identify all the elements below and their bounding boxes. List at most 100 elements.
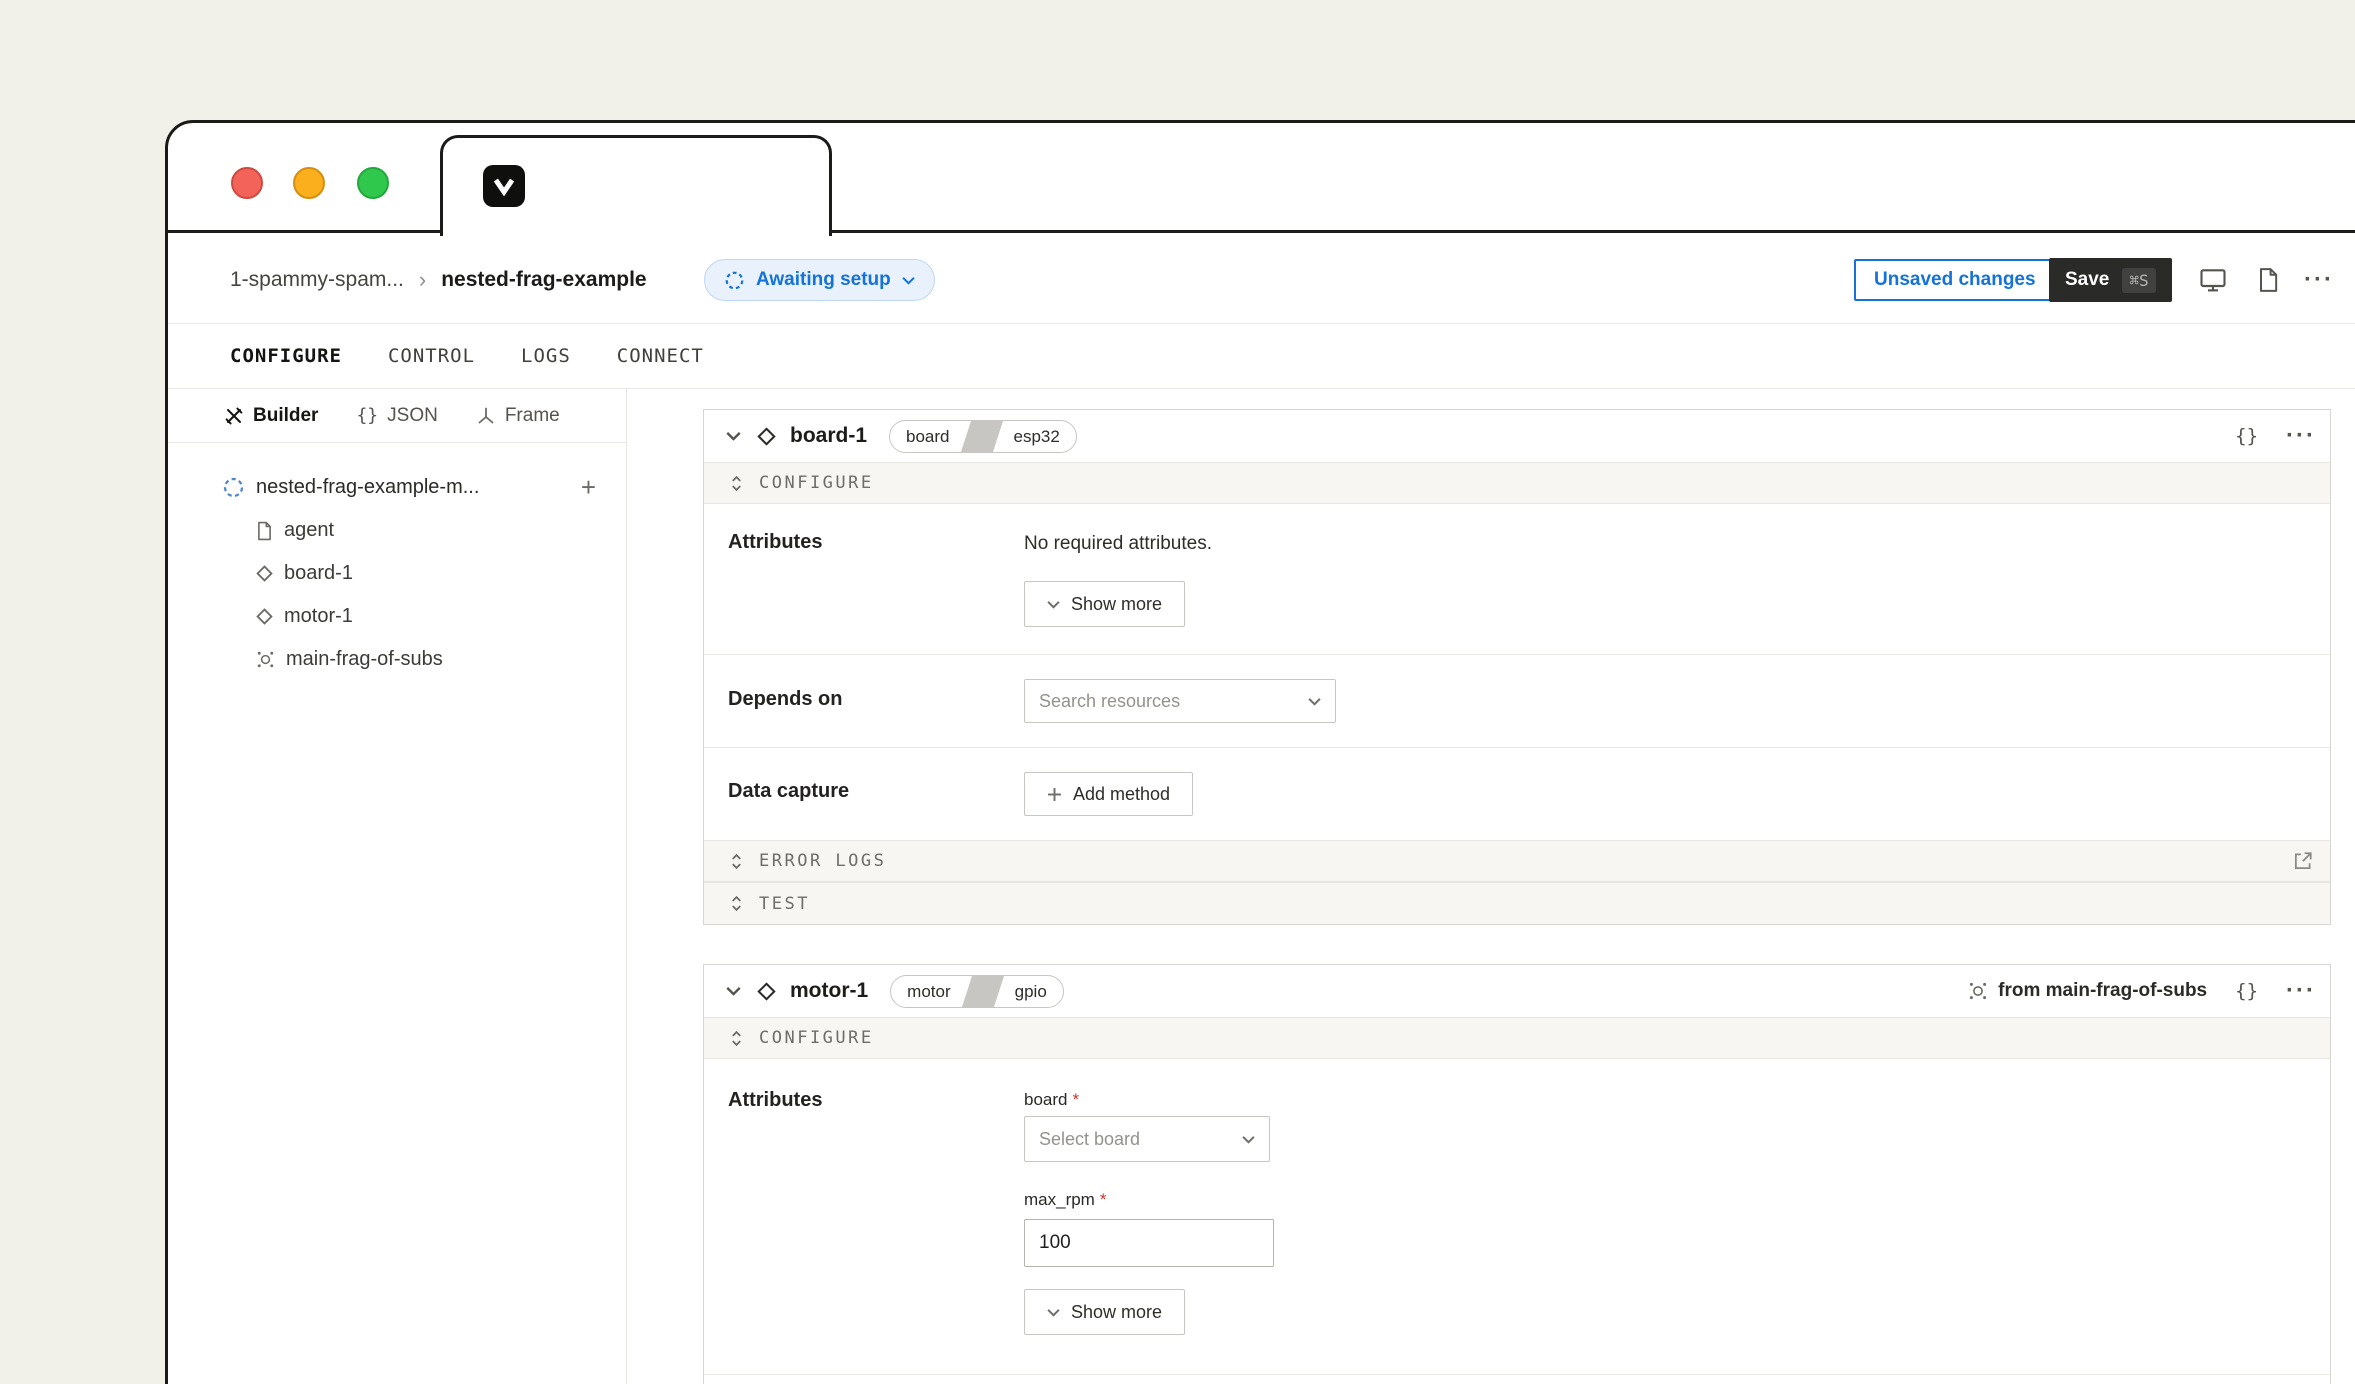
component-diamond-icon [757,982,776,1001]
mode-json[interactable]: {} JSON [356,405,437,427]
save-label: Save [2065,269,2109,291]
required-asterisk: * [1100,1190,1107,1209]
tree-item-label: agent [284,519,334,542]
tab-connect[interactable]: CONNECT [617,345,704,367]
max-rpm-input[interactable] [1024,1219,1274,1267]
mode-builder[interactable]: Builder [224,405,318,427]
machine-status-badge[interactable]: Awaiting setup [704,259,935,301]
breadcrumb-parent[interactable]: 1-spammy-spam... [230,268,404,292]
component-diamond-icon [256,565,273,582]
board-select[interactable]: Select board [1024,1116,1270,1162]
max-rpm-field-name: max_rpm [1024,1190,1095,1209]
mode-json-label: JSON [387,405,438,427]
data-capture-label: Data capture [728,780,849,803]
chevron-down-icon [1308,697,1321,706]
card-motor-header: motor-1 motor gpio [704,965,2330,1017]
add-method-label: Add method [1073,784,1170,805]
tab-logs[interactable]: LOGS [521,345,571,367]
add-method-button[interactable]: Add method [1024,772,1193,816]
resource-tree: nested-frag-example-m... + agent [168,443,626,681]
type-model-badge: board esp32 [889,420,1077,453]
section-test[interactable]: TEST [704,882,2330,924]
no-required-attributes-text: No required attributes. [1024,533,1212,555]
configure-main-panel: board-1 board esp32 {} ··· [627,389,2355,1384]
section-configure[interactable]: CONFIGURE [704,1017,2330,1059]
tab-control[interactable]: CONTROL [388,345,475,367]
tree-item-board-1[interactable]: board-1 [168,552,626,595]
chevron-down-icon [1047,600,1060,609]
card-more-menu[interactable]: ··· [2286,424,2316,448]
breadcrumb: 1-spammy-spam... › nested-frag-example [230,236,647,323]
section-configure[interactable]: CONFIGURE [704,462,2330,504]
card-motor-1: motor-1 motor gpio [703,964,2331,1384]
show-more-button[interactable]: Show more [1024,581,1185,627]
machine-log-file-icon[interactable] [2254,266,2282,294]
depends-on-select[interactable]: Search resources [1024,679,1336,723]
depends-on-label: Depends on [728,688,842,711]
tree-item-label: board-1 [284,562,353,585]
mode-frame-label: Frame [505,405,560,427]
from-fragment-label: from main-frag-of-subs [1998,980,2207,1002]
component-diamond-icon [256,608,273,625]
show-more-label: Show more [1071,594,1162,615]
data-capture-row: Data capture Add method [704,748,2330,840]
attributes-row: Attributes No required attributes. Show … [704,504,2330,654]
topbar-more-menu[interactable]: ··· [2304,268,2334,292]
collapse-chevron-icon[interactable] [726,986,741,996]
tree-root-machine[interactable]: nested-frag-example-m... + [168,465,626,509]
mode-builder-label: Builder [253,405,318,427]
max-rpm-field-label: max_rpm * [1024,1190,1106,1210]
file-icon [256,521,273,541]
machine-part-spinner-icon [222,476,245,499]
traffic-light-close[interactable] [231,167,263,199]
section-error-logs[interactable]: ERROR LOGS [704,840,2330,882]
viam-logo-icon [483,165,525,207]
depends-on-row: Depends on Search resources [704,655,2330,747]
show-more-button[interactable]: Show more [1024,1289,1185,1335]
open-external-icon[interactable] [2292,850,2314,872]
card-board-header: board-1 board esp32 {} ··· [704,410,2330,462]
show-more-label: Show more [1071,1302,1162,1323]
fragment-icon [256,650,275,669]
view-json-button[interactable]: {} [2235,980,2258,1002]
model-badge: gpio [999,976,1063,1007]
tree-item-motor-1[interactable]: motor-1 [168,595,626,638]
from-fragment-link[interactable]: from main-frag-of-subs [1968,980,2207,1002]
traffic-light-zoom[interactable] [357,167,389,199]
save-shortcut: ⌘S [2122,268,2155,293]
unfold-icon [730,475,743,492]
tree-root-label: nested-frag-example-m... [256,476,479,499]
add-resource-button[interactable]: + [581,474,596,500]
collapse-chevron-icon[interactable] [726,431,741,441]
badge-divider [962,976,1004,1007]
tree-item-label: motor-1 [284,605,353,628]
machine-monitor-icon[interactable] [2198,265,2228,295]
traffic-light-minimize[interactable] [293,167,325,199]
tree-item-agent[interactable]: agent [168,509,626,552]
fragment-icon [1968,981,1988,1001]
component-diamond-icon [757,427,776,446]
breadcrumb-separator-icon: › [419,267,426,293]
chevron-down-icon [1242,1135,1255,1144]
chevron-down-icon [902,276,915,285]
tab-configure[interactable]: CONFIGURE [230,345,342,367]
badge-divider [960,421,1002,452]
browser-tab[interactable] [440,135,832,236]
screenshot-stage: 1-spammy-spam... › nested-frag-example A… [0,0,2355,1384]
browser-tabbar [168,123,2355,233]
view-json-button[interactable]: {} [2235,425,2258,447]
save-button[interactable]: Save ⌘S [2049,258,2172,302]
unfold-icon [730,895,743,912]
card-title: motor-1 [790,979,868,1003]
machine-topbar: 1-spammy-spam... › nested-frag-example A… [168,236,2355,324]
card-title: board-1 [790,424,867,448]
unfold-icon [730,1030,743,1047]
frame-axes-icon [476,406,496,426]
card-more-menu[interactable]: ··· [2286,979,2316,1003]
tree-item-main-frag-of-subs[interactable]: main-frag-of-subs [168,638,626,681]
board-field-label: board* [1024,1090,1079,1110]
mode-frame[interactable]: Frame [476,405,560,427]
section-configure-label: CONFIGURE [759,473,874,493]
attributes-label: Attributes [728,1089,822,1112]
unsaved-changes-button[interactable]: Unsaved changes [1854,259,2056,301]
